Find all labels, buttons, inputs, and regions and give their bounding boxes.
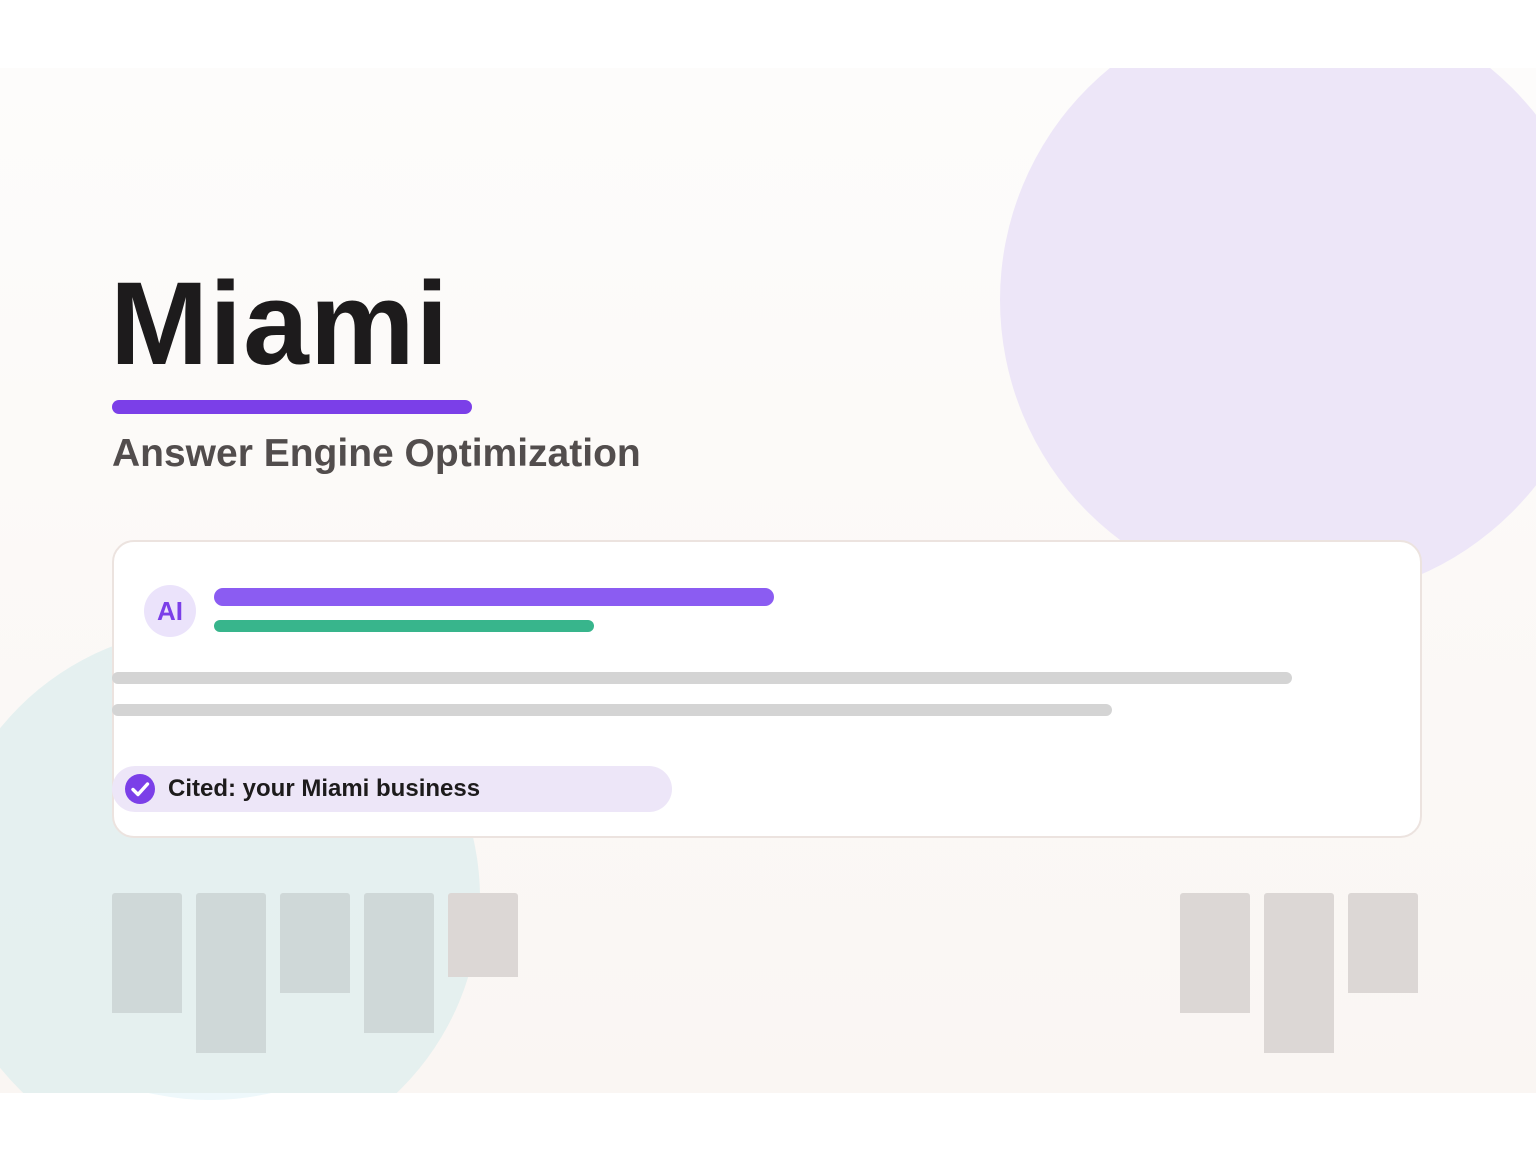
- cited-badge: Cited: your Miami business: [112, 766, 672, 812]
- ai-avatar: AI: [144, 585, 196, 637]
- title-underline: [112, 400, 472, 414]
- page-subtitle: Answer Engine Optimization: [112, 432, 641, 475]
- decorative-bar: [1180, 893, 1250, 1013]
- decorative-bar: [1348, 893, 1418, 993]
- placeholder-text-line: [112, 704, 1112, 716]
- page-title: Miami: [110, 258, 450, 390]
- decorative-bar: [1264, 893, 1334, 1053]
- decorative-bar: [448, 893, 518, 977]
- decorative-bar: [112, 893, 182, 1013]
- placeholder-text-line: [112, 672, 1292, 684]
- decorative-bar: [364, 893, 434, 1033]
- decorative-bar: [196, 893, 266, 1053]
- decorative-bar: [280, 893, 350, 993]
- decorative-bar-groups: [0, 893, 1536, 1093]
- decorative-circle-tail: [0, 1093, 480, 1153]
- cited-label: Cited: your Miami business: [168, 775, 481, 802]
- placeholder-heading-bar: [214, 588, 774, 606]
- decorative-circle-purple: [1000, 68, 1536, 600]
- check-circle-icon: [125, 774, 155, 804]
- ai-answer-card: AI Cited: your Miami business: [112, 540, 1422, 838]
- placeholder-subheading-bar: [214, 620, 594, 632]
